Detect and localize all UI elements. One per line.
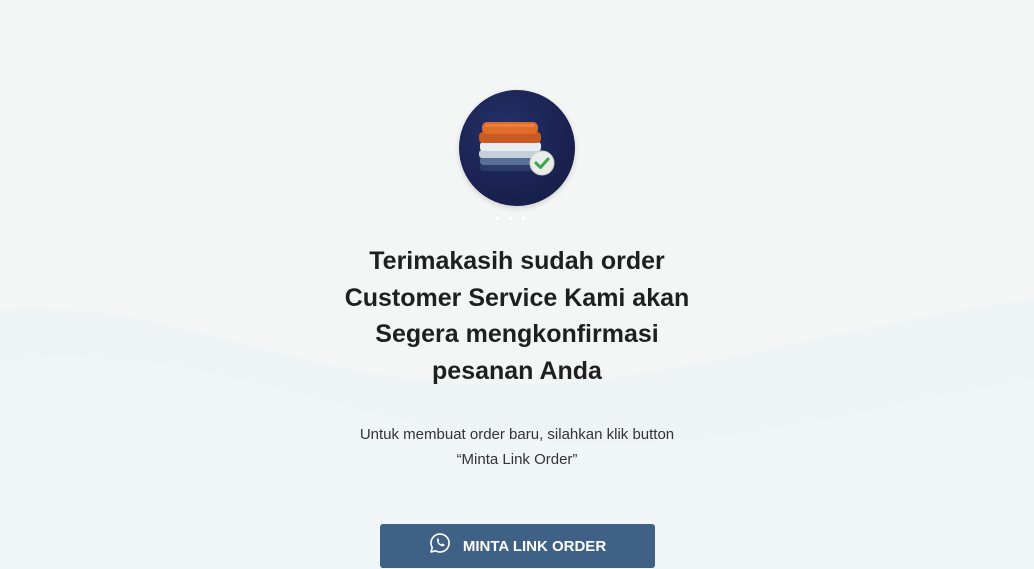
request-order-link-label: MINTA LINK ORDER xyxy=(462,537,607,555)
content: Terimakasih sudah order Customer Service… xyxy=(0,0,1034,569)
heading-line: Segera mengkonfirmasi xyxy=(375,320,659,348)
folded-laundry-check-icon xyxy=(459,90,575,206)
instruction-line: “Minta Link Order” xyxy=(456,451,578,468)
instruction-text: Untuk membuat order baru, silahkan klik … xyxy=(317,422,717,472)
thank-you-heading: Terimakasih sudah order Customer Service… xyxy=(317,243,717,389)
page: Terimakasih sudah order Customer Service… xyxy=(0,0,1034,569)
request-order-link-button[interactable]: MINTA LINK ORDER xyxy=(380,524,655,568)
whatsapp-icon xyxy=(430,533,450,553)
carousel-dots xyxy=(495,216,535,222)
carousel-dot[interactable] xyxy=(508,216,513,221)
heading-line: pesanan Anda xyxy=(432,356,602,385)
heading-line: Customer Service Kami akan xyxy=(344,283,690,312)
instruction-line: Untuk membuat order baru, silahkan klik … xyxy=(359,426,675,443)
heading-line: Terimakasih sudah order xyxy=(369,247,665,275)
carousel-dot[interactable] xyxy=(495,216,500,221)
carousel-dot[interactable] xyxy=(521,216,526,221)
